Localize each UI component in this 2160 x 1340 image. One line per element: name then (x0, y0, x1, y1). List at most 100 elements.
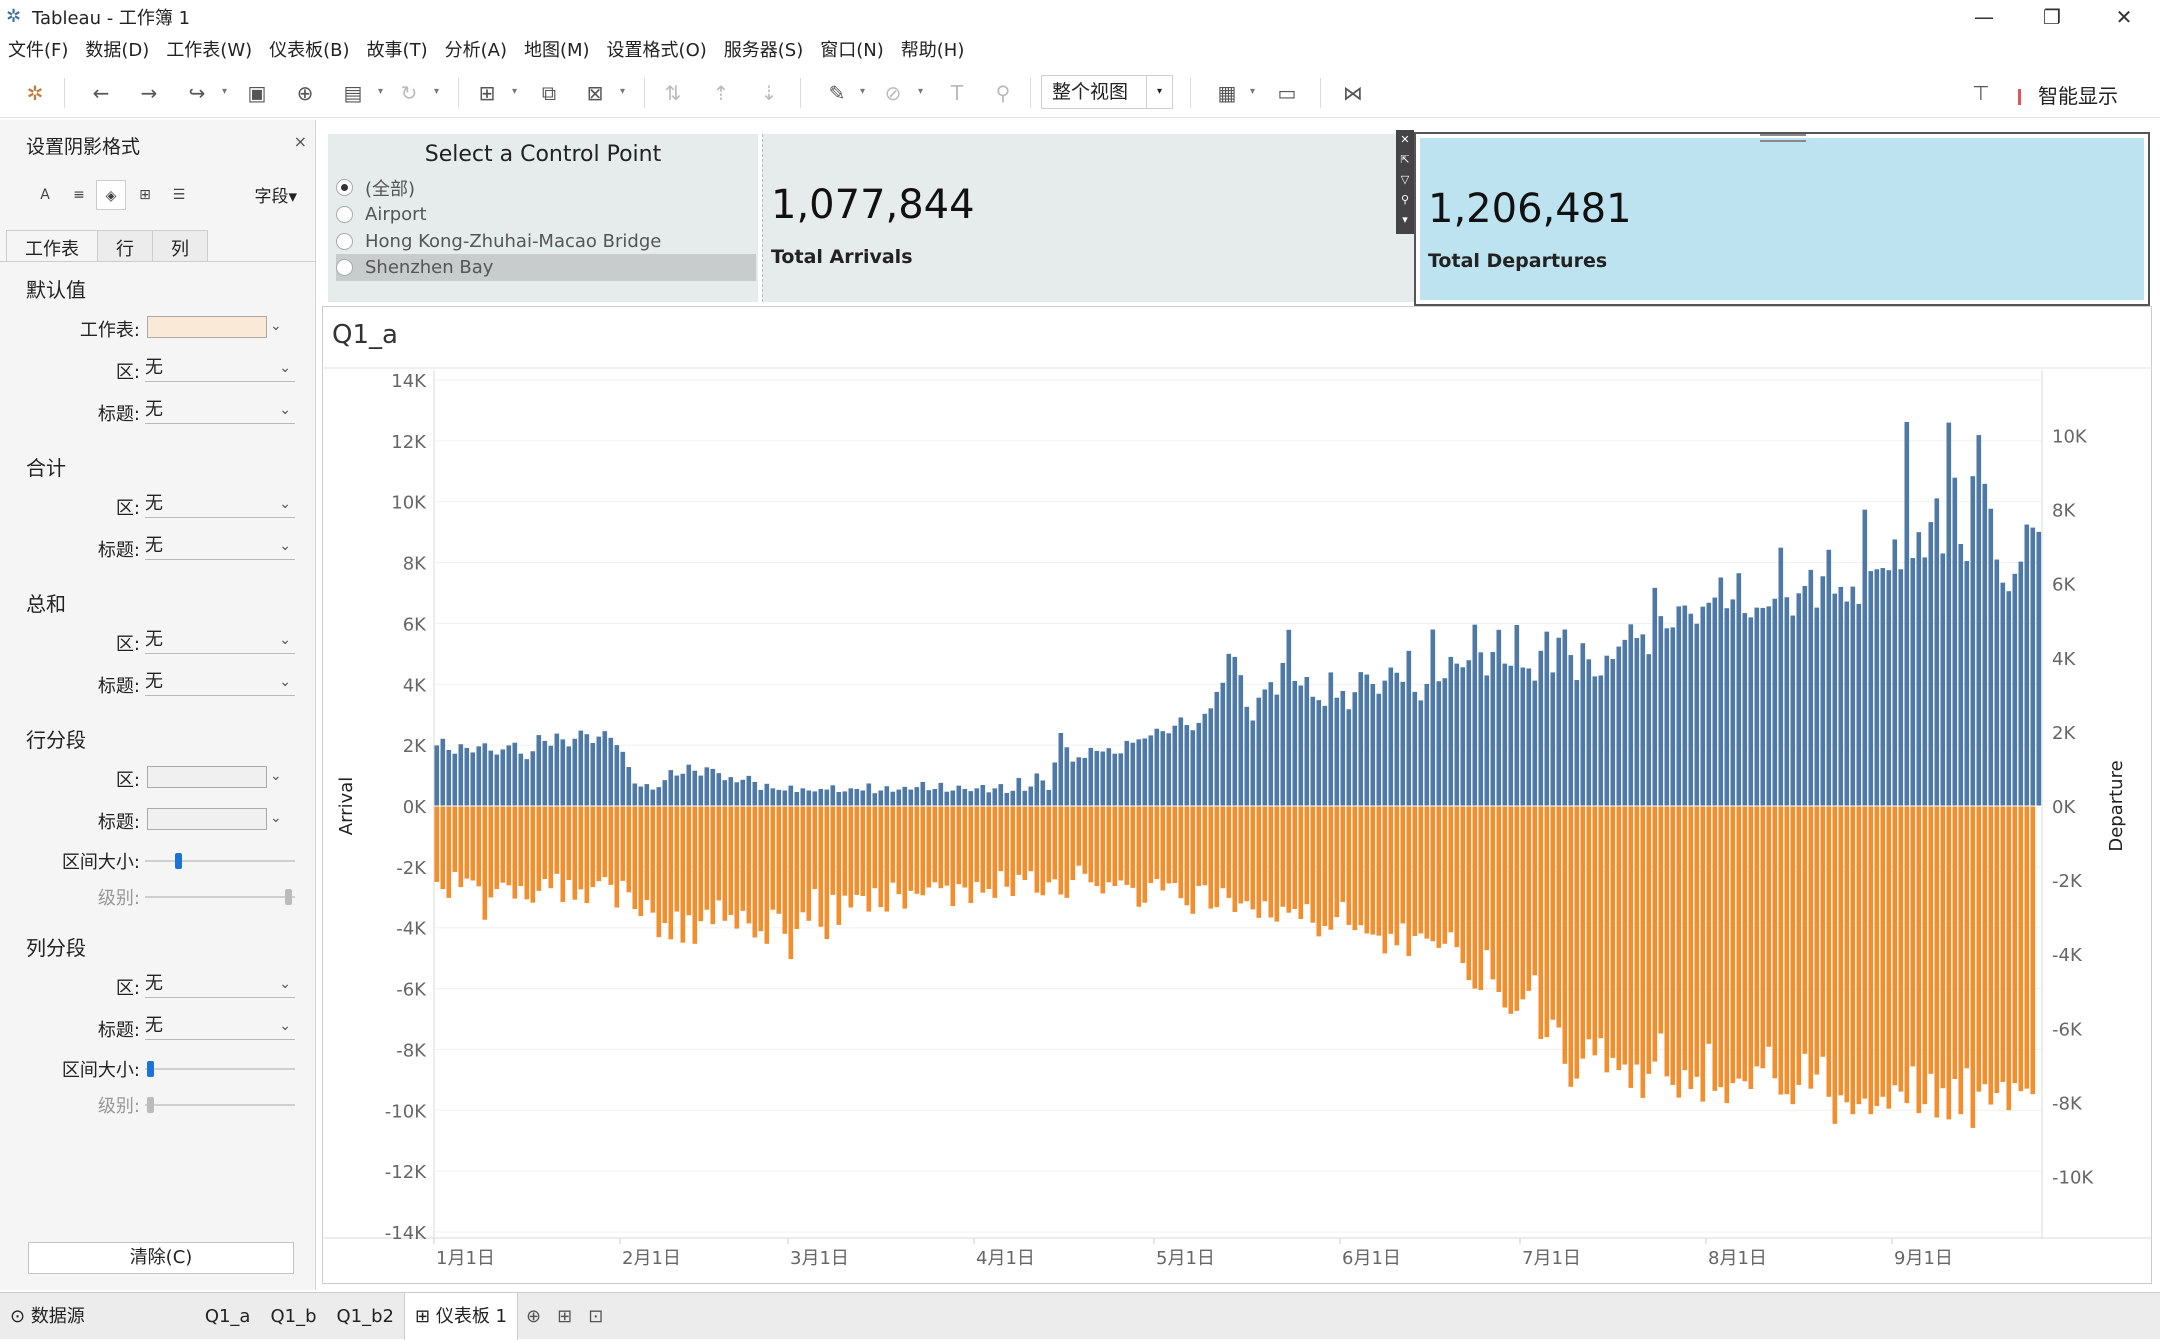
go-to-sheet-icon[interactable]: ⇱ (1396, 150, 1414, 170)
default-pane-dropdown[interactable]: 无 ⌄ (145, 354, 295, 382)
alignment-format-icon[interactable]: ≡ (64, 180, 94, 210)
new-sheet-icon[interactable]: ⊞ (474, 80, 500, 106)
departure-bar (1244, 806, 1250, 902)
radio-icon (336, 233, 353, 250)
kpi-arrivals[interactable]: 1,077,844 Total Arrivals (762, 134, 1414, 302)
slider-knob[interactable] (285, 889, 292, 905)
remove-icon[interactable]: ✕ (1396, 130, 1414, 150)
redo-icon[interactable]: → (136, 80, 162, 106)
highlight-icon[interactable]: ✎ (824, 80, 850, 106)
duplicate-sheet-icon[interactable]: ⧉ (536, 80, 562, 106)
tableau-home-icon[interactable]: ✲ (22, 80, 48, 106)
group-icon[interactable]: ⊘ (880, 80, 906, 106)
slider-knob[interactable] (147, 1061, 154, 1077)
filter-option-shenzhen-bay[interactable]: Shenzhen Bay (336, 254, 756, 281)
chevron-down-icon[interactable]: ⌄ (270, 768, 282, 784)
col-banding-header-dropdown[interactable]: 无 ⌄ (145, 1012, 295, 1040)
tab-datasource[interactable]: ⊙ 数据源 (0, 1293, 95, 1340)
borders-format-icon[interactable]: ⊞ (130, 180, 160, 210)
menu-window[interactable]: 窗口(N) (820, 36, 884, 62)
presentation-icon[interactable]: ▭ (1274, 80, 1300, 106)
menu-map[interactable]: 地图(M) (524, 36, 590, 62)
menu-server[interactable]: 服务器(S) (724, 36, 803, 62)
font-format-icon[interactable]: A (30, 180, 60, 210)
sort-desc-icon[interactable]: ⇣ (756, 80, 782, 106)
x-tick-label: 7月1日 (1522, 1248, 1581, 1269)
new-datasource-icon[interactable]: ⊕ (292, 80, 318, 106)
arrival-departure-chart[interactable]: 14K 12K 10K 8K 6K 4K 2K 0K -2K -4K -6K -8K -10K -12K -… (322, 364, 2152, 1284)
totals-pane-dropdown[interactable]: 无 ⌄ (145, 490, 295, 518)
kpi-departures[interactable]: 1,206,481 Total Departures (1414, 132, 2150, 306)
swap-icon[interactable]: ⇅ (660, 80, 686, 106)
row-banding-pane-swatch[interactable] (147, 766, 267, 788)
tab-columns[interactable]: 列 (152, 230, 208, 262)
lines-format-icon[interactable]: ☰ (164, 180, 194, 210)
pause-updates-icon[interactable]: ▤ (340, 80, 366, 106)
sort-asc-icon[interactable]: ⇡ (708, 80, 734, 106)
close-button[interactable]: ✕ (2090, 0, 2158, 34)
show-cards-icon[interactable]: ▦ (1214, 80, 1240, 106)
use-as-filter-icon[interactable]: ▽ (1396, 170, 1414, 190)
grand-totals-header-dropdown[interactable]: 无 ⌄ (145, 668, 295, 696)
menu-file[interactable]: 文件(F) (8, 36, 68, 62)
filter-option-hzmb[interactable]: Hong Kong-Zhuhai-Macao Bridge (336, 228, 756, 255)
departure-bar (1970, 806, 1976, 1128)
menu-format[interactable]: 设置格式(O) (607, 36, 707, 62)
tab-q1-b2[interactable]: Q1_b2 (327, 1293, 405, 1340)
undo-icon[interactable]: ← (88, 80, 114, 106)
arrival-bar (1664, 628, 1670, 806)
pin-icon[interactable]: ⚲ (990, 80, 1016, 106)
replay-icon[interactable]: ↪ (184, 80, 210, 106)
worksheet-color-swatch[interactable] (147, 316, 267, 338)
departure-bar (1292, 806, 1298, 909)
new-worksheet-icon[interactable]: ⊕ (518, 1306, 549, 1327)
save-icon[interactable]: ▣ (244, 80, 270, 106)
menu-analysis[interactable]: 分析(A) (445, 36, 507, 62)
move-handle-icon[interactable] (1760, 134, 1806, 142)
new-dashboard-icon[interactable]: ⊞ (549, 1306, 580, 1327)
chevron-down-icon[interactable]: ⌄ (270, 810, 282, 826)
slider-knob[interactable] (175, 853, 182, 869)
close-pane-icon[interactable]: × (294, 132, 307, 151)
tab-q1-b[interactable]: Q1_b (260, 1293, 326, 1340)
format-painter-icon[interactable]: ⊤ (1968, 80, 1994, 106)
new-story-icon[interactable]: ⊡ (580, 1306, 611, 1327)
share-icon[interactable]: ⋈ (1340, 80, 1366, 106)
col-level-slider[interactable] (145, 1097, 295, 1113)
menu-worksheet[interactable]: 工作表(W) (166, 36, 252, 62)
grand-totals-pane-dropdown[interactable]: 无 ⌄ (145, 626, 295, 654)
row-band-size-slider[interactable] (145, 853, 295, 869)
totals-header-dropdown[interactable]: 无 ⌄ (145, 532, 295, 560)
tab-rows[interactable]: 行 (97, 230, 153, 262)
tab-dashboard[interactable]: ⊞ 仪表板 1 (404, 1292, 519, 1340)
menu-dashboard[interactable]: 仪表板(B) (269, 36, 349, 62)
default-header-dropdown[interactable]: 无 ⌄ (145, 396, 295, 424)
arrival-bar (1016, 778, 1022, 806)
tab-worksheet[interactable]: 工作表 (6, 230, 98, 262)
clear-button[interactable]: 清除(C) (28, 1242, 294, 1274)
row-banding-header-swatch[interactable] (147, 808, 267, 830)
show-me-button[interactable]: 智能显示 (2018, 80, 2118, 109)
shading-format-icon[interactable]: ◈ (96, 180, 126, 210)
field-dropdown[interactable]: 字段▾ (254, 182, 297, 207)
view-mode-select[interactable]: 整个视图 ▾ (1041, 75, 1173, 109)
tab-q1-a[interactable]: Q1_a (195, 1293, 261, 1340)
slider-knob[interactable] (147, 1097, 154, 1113)
filter-option-airport[interactable]: Airport (336, 201, 756, 228)
chevron-down-icon[interactable]: ⌄ (270, 318, 282, 334)
menu-story[interactable]: 故事(T) (367, 36, 428, 62)
row-level-slider[interactable] (145, 889, 295, 905)
col-band-size-slider[interactable] (145, 1061, 295, 1077)
menu-data[interactable]: 数据(D) (85, 36, 149, 62)
restore-button[interactable]: ❐ (2018, 0, 2086, 34)
col-banding-pane-dropdown[interactable]: 无 ⌄ (145, 970, 295, 998)
labels-icon[interactable]: T (944, 80, 970, 106)
filter-option-all[interactable]: (全部) (336, 174, 756, 201)
arrival-bar (722, 780, 728, 806)
pin-icon[interactable]: ⚲ (1396, 190, 1414, 210)
more-options-icon[interactable]: ▾ (1396, 210, 1414, 230)
menu-help[interactable]: 帮助(H) (901, 36, 965, 62)
minimize-button[interactable]: — (1950, 0, 2018, 34)
clear-sheet-icon[interactable]: ⊠ (582, 80, 608, 106)
refresh-icon[interactable]: ↻ (396, 80, 422, 106)
